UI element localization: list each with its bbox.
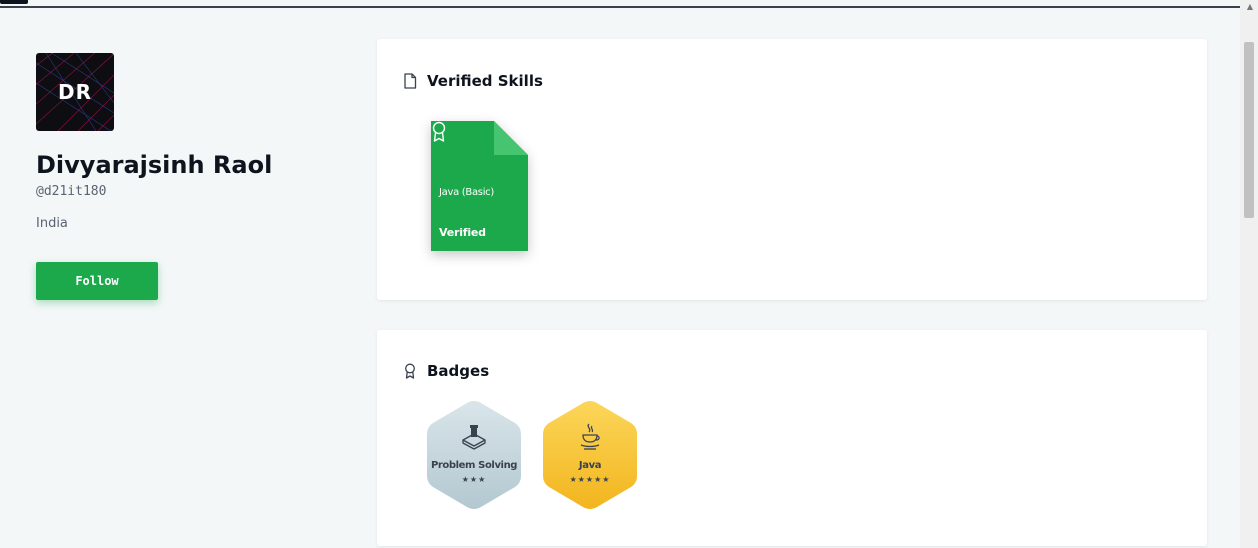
hexagon-shape [427,401,521,509]
badges-card: Badges Problem Solving ★★★ Java ★★★★★ [377,330,1207,546]
verified-skills-card: Verified Skills Java (Basic) Verified [377,39,1207,300]
badge-icon-wrap [425,422,523,450]
hexagon-shape [543,401,637,509]
badge-stars: ★★★★★ [569,475,611,484]
badge-ribbon-icon [405,363,415,379]
profile-country: India [36,216,68,231]
badge-icon-wrap [541,422,639,452]
verified-skills-title: Verified Skills [427,72,543,90]
header-fragment [0,0,28,4]
skill-name: Java (Basic) [439,187,494,198]
java-cup-icon [580,423,600,450]
badges-title: Badges [427,362,490,380]
avatar: DR [36,53,114,131]
avatar-initials: DR [57,80,92,104]
page-scrollbar[interactable]: ▲ [1240,0,1258,548]
scrollbar-thumb[interactable] [1244,42,1254,218]
badge-name: Problem Solving [430,460,518,471]
scroll-up-arrow-icon[interactable]: ▲ [1247,2,1253,11]
chess-rook-icon [462,425,486,450]
badge-name: Java [578,460,602,471]
verified-skills-header: Verified Skills [403,72,543,90]
award-ribbon-icon [432,121,446,142]
follow-button[interactable]: Follow [36,262,158,300]
skill-status: Verified [439,226,486,239]
skill-certificate[interactable]: Java (Basic) Verified [431,121,528,251]
badge-stars: ★★★ [461,475,487,484]
profile-handle: @d21it180 [36,184,107,199]
badge-problem-solving[interactable]: Problem Solving ★★★ [425,400,523,510]
document-icon [404,73,417,89]
badges-header: Badges [403,362,489,380]
top-bar [0,0,1240,8]
profile-name: Divyarajsinh Raol [36,151,273,179]
badge-java[interactable]: Java ★★★★★ [541,400,639,510]
